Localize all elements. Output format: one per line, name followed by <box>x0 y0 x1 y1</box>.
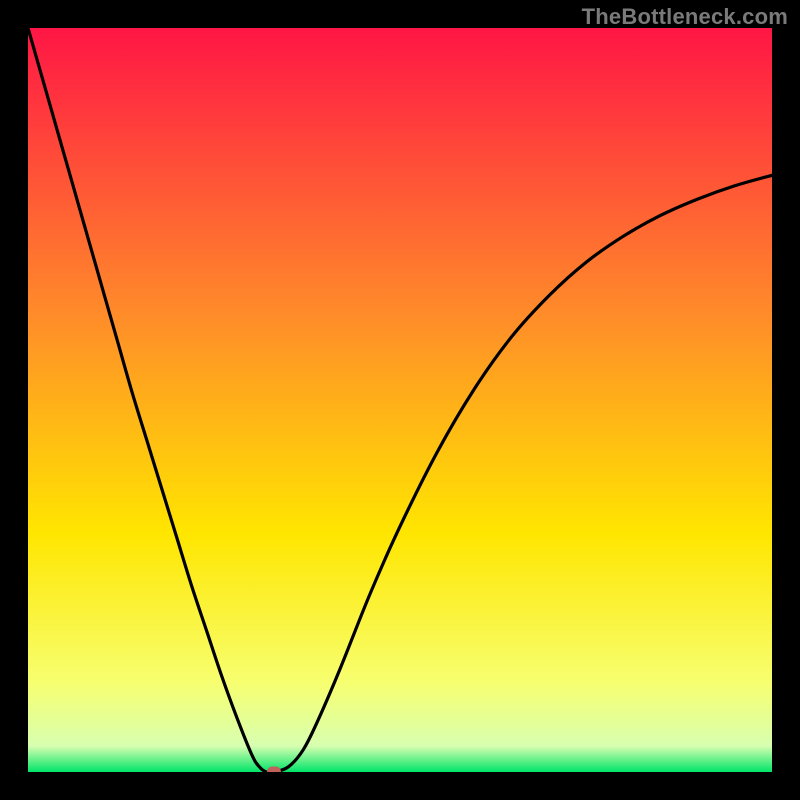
plot-svg <box>28 28 772 772</box>
chart-frame: TheBottleneck.com <box>0 0 800 800</box>
gradient-background <box>28 28 772 772</box>
optimal-point-marker <box>267 767 281 773</box>
plot-area <box>28 28 772 772</box>
watermark-text: TheBottleneck.com <box>582 4 788 30</box>
